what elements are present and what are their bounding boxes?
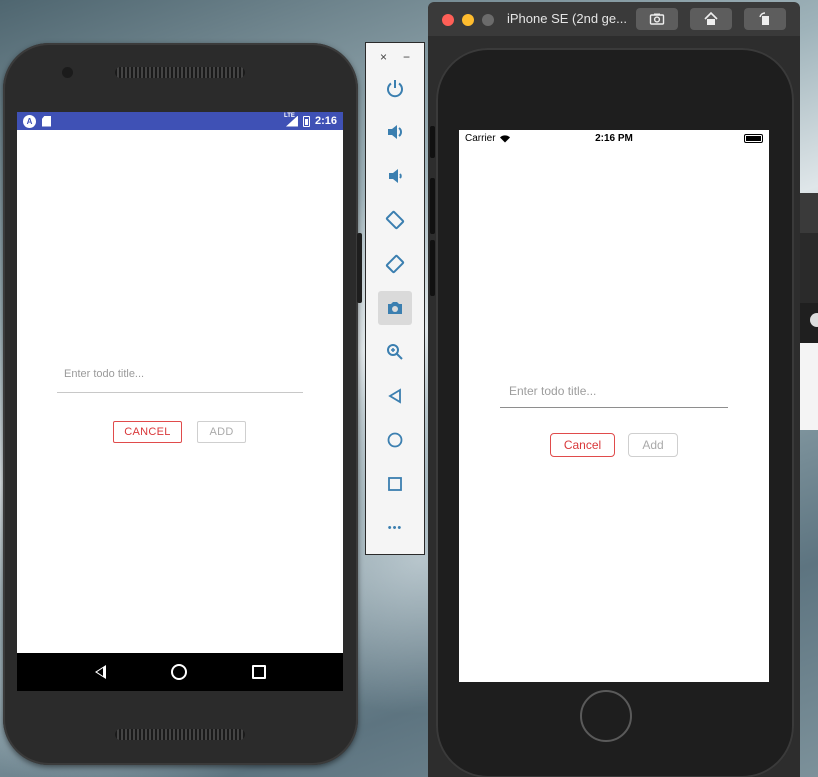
emulator-toolbar: × − ••• (365, 42, 425, 555)
more-icon: ••• (387, 522, 403, 534)
cancel-button[interactable]: Cancel (550, 433, 615, 457)
minimize-window-button[interactable] (462, 14, 474, 26)
back-nav-icon[interactable] (94, 665, 106, 679)
zoom-icon (387, 344, 403, 360)
rotate-left-icon (385, 210, 405, 230)
volume-down-icon (389, 169, 402, 183)
volume-up-side-button[interactable] (430, 178, 435, 234)
screenshot-button[interactable] (636, 8, 678, 30)
add-button[interactable]: ADD (197, 421, 246, 443)
mute-switch[interactable] (430, 126, 435, 158)
camera-icon (388, 302, 402, 314)
signal-icon: LTE (283, 112, 298, 127)
partial-background-window (800, 193, 818, 430)
battery-icon (744, 133, 763, 143)
volume-up-icon (388, 125, 402, 139)
ios-simulator-device: Carrier 2:16 PM Enter todo title... Canc… (428, 36, 800, 777)
front-camera (62, 67, 73, 78)
more-button[interactable]: ••• (378, 511, 412, 545)
home-button[interactable] (690, 8, 732, 30)
rotate-right-button[interactable] (378, 247, 412, 281)
window-strip (800, 193, 818, 233)
rotate-button[interactable] (744, 8, 786, 30)
ios-status-bar: Carrier 2:16 PM (459, 130, 769, 146)
volume-down-side-button[interactable] (430, 240, 435, 296)
home-nav-icon[interactable] (170, 664, 187, 680)
window-strip (800, 233, 818, 303)
volume-up-button[interactable] (378, 115, 412, 149)
battery-icon (302, 115, 310, 127)
minimize-icon[interactable]: − (403, 50, 410, 64)
ios-screen: Carrier 2:16 PM Enter todo title... Canc… (459, 130, 769, 682)
top-speaker-grille (115, 67, 245, 78)
camera-icon (649, 13, 665, 25)
add-button[interactable]: Add (628, 433, 678, 457)
zoom-window-button[interactable] (482, 14, 494, 26)
zoom-button[interactable] (378, 335, 412, 369)
todo-title-placeholder: Enter todo title... (509, 383, 597, 398)
home-icon (704, 11, 718, 25)
rotate-left-button[interactable] (378, 203, 412, 237)
back-button[interactable] (378, 379, 412, 413)
back-icon (388, 388, 401, 404)
side-button[interactable] (357, 233, 362, 303)
react-native-logo-icon: A (23, 114, 36, 128)
ios-status-time: 2:16 PM (595, 132, 633, 144)
rotate-icon (759, 12, 769, 25)
sd-card-icon (42, 115, 51, 127)
android-status-time: 2:16 (314, 115, 337, 127)
android-screen: A LTE 2:16 Enter todo title... CANCEL AD… (17, 112, 343, 691)
simulator-title-bar: iPhone SE (2nd ge... (428, 2, 800, 36)
android-status-bar: A LTE 2:16 (17, 112, 343, 130)
window-icon (810, 313, 818, 327)
todo-title-input[interactable]: Enter todo title... (500, 374, 728, 408)
overview-icon (388, 477, 402, 491)
home-icon (387, 432, 403, 448)
screenshot-button[interactable] (378, 291, 412, 325)
power-icon (387, 80, 403, 98)
cancel-button[interactable]: CANCEL (113, 421, 182, 443)
overview-button[interactable] (378, 467, 412, 501)
close-window-button[interactable] (442, 14, 454, 26)
iphone-home-button[interactable] (580, 690, 632, 742)
todo-title-placeholder: Enter todo title... (64, 367, 145, 380)
bottom-speaker-grille (115, 729, 245, 740)
power-button[interactable] (378, 71, 412, 105)
android-emulator-device: A LTE 2:16 Enter todo title... CANCEL AD… (3, 43, 362, 765)
home-button[interactable] (378, 423, 412, 457)
android-nav-bar (17, 653, 343, 691)
recents-nav-icon[interactable] (251, 665, 266, 679)
close-icon[interactable]: × (380, 50, 387, 64)
todo-title-input[interactable]: Enter todo title... (57, 355, 303, 393)
lte-label: LTE (283, 112, 295, 119)
volume-down-button[interactable] (378, 159, 412, 193)
simulator-window-title: iPhone SE (2nd ge... (507, 11, 627, 26)
rotate-right-icon (385, 254, 405, 274)
